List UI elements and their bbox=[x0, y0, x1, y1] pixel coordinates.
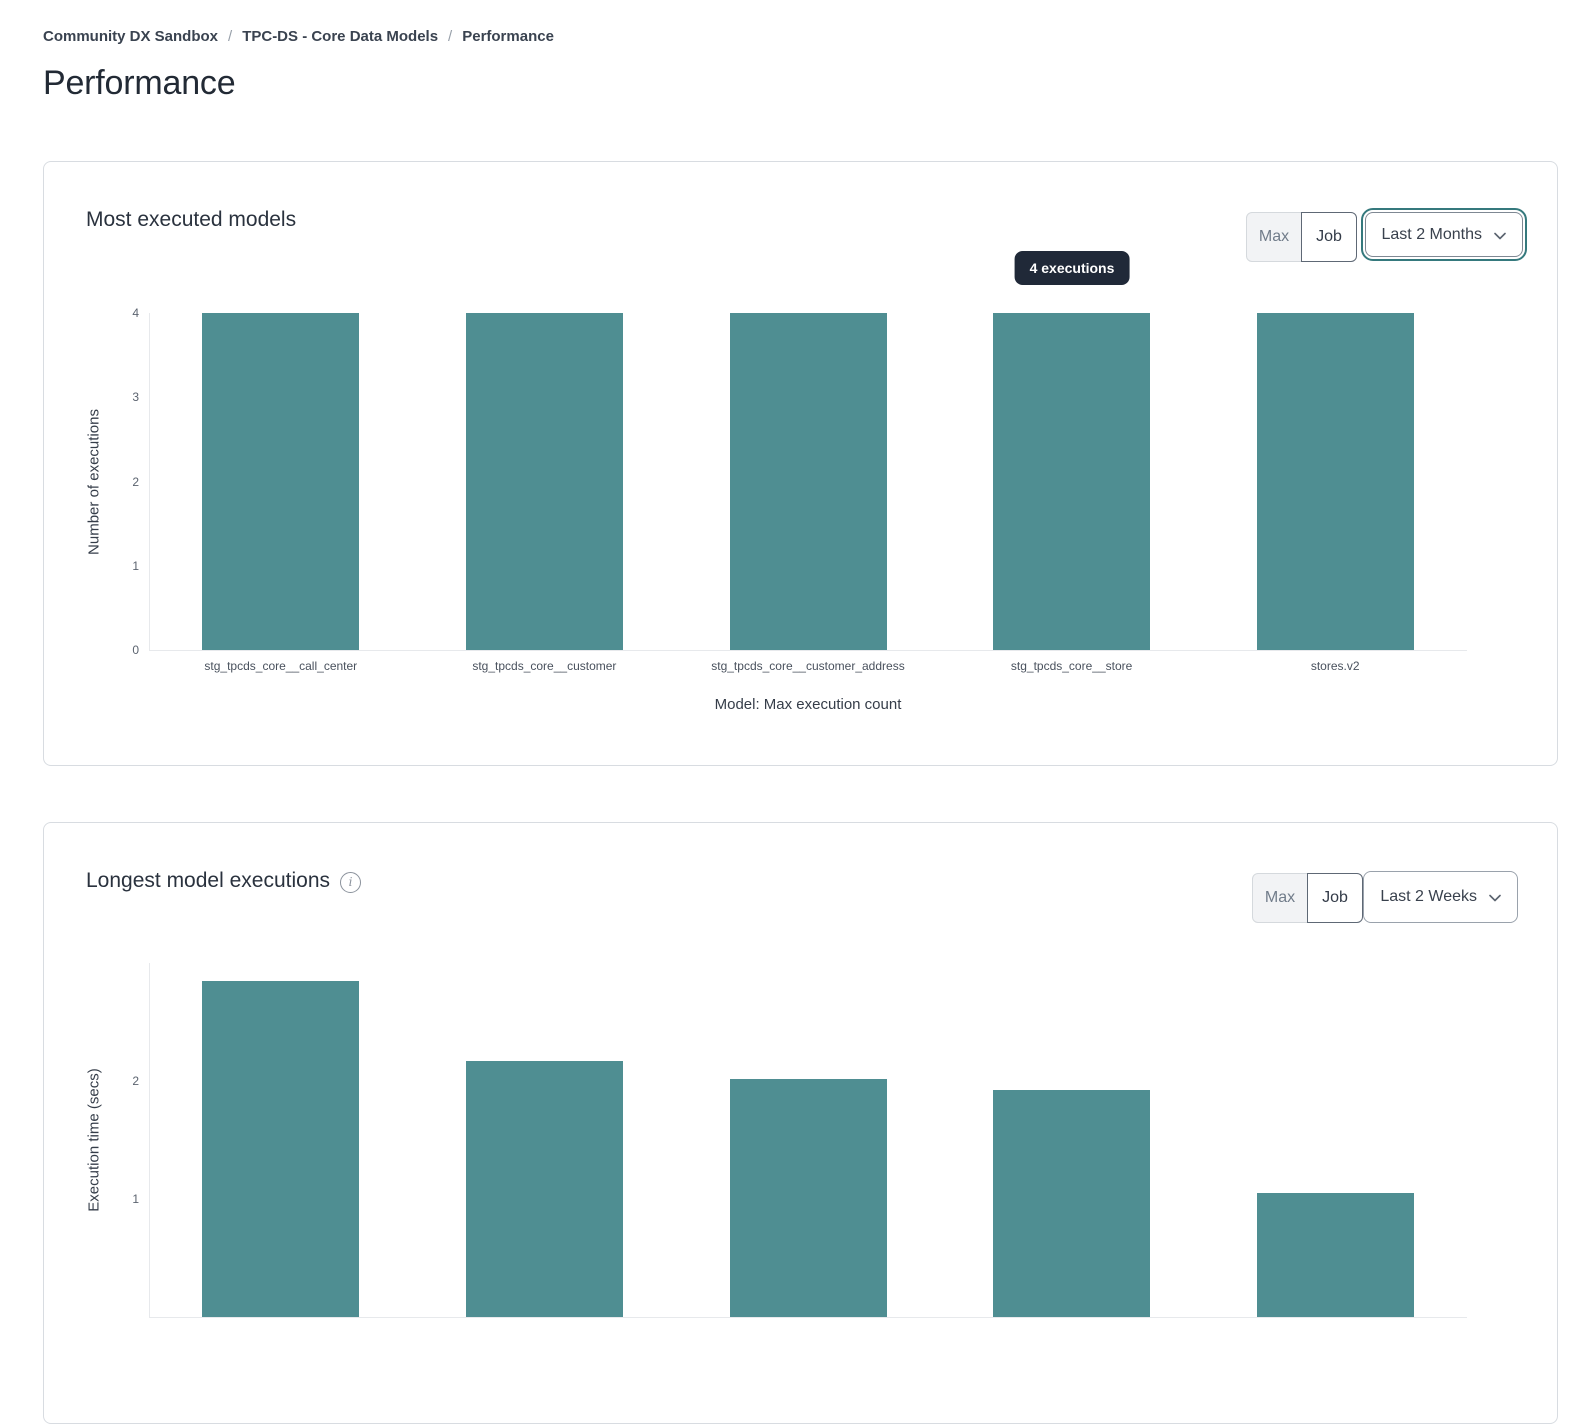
y-axis-tick: 3 bbox=[89, 390, 139, 404]
y-axis-tick: 0 bbox=[89, 643, 139, 657]
y-axis-title: Execution time (secs) bbox=[86, 1068, 103, 1211]
chart-bar[interactable] bbox=[1257, 1193, 1414, 1317]
breadcrumb-item-current: Performance bbox=[462, 28, 554, 45]
toggle-job-button[interactable]: Job bbox=[1307, 873, 1363, 923]
breadcrumb-item-project[interactable]: Community DX Sandbox bbox=[43, 28, 218, 45]
chart-tooltip: 4 executions bbox=[1015, 251, 1130, 285]
breadcrumb-separator: / bbox=[448, 28, 452, 45]
chart-bar[interactable] bbox=[993, 1090, 1150, 1317]
chart-bar[interactable] bbox=[1257, 313, 1414, 650]
x-axis-label: stg_tpcds_core__store bbox=[940, 659, 1204, 673]
x-axis-label: stg_tpcds_core__call_center bbox=[149, 659, 413, 673]
chart-bar[interactable] bbox=[202, 981, 359, 1317]
chart-bar[interactable] bbox=[202, 313, 359, 650]
x-axis-line bbox=[149, 1317, 1467, 1318]
x-axis-label: stg_tpcds_core__customer_address bbox=[676, 659, 940, 673]
longest-model-executions-card: Longest model executions i Max Job Last … bbox=[43, 822, 1558, 1424]
chart-bar[interactable] bbox=[466, 1061, 623, 1317]
y-axis-tick: 4 bbox=[89, 306, 139, 320]
x-axis-label: stg_tpcds_core__customer bbox=[413, 659, 677, 673]
x-axis-title: Model: Max execution count bbox=[149, 696, 1467, 713]
chart-bar[interactable] bbox=[993, 313, 1150, 650]
y-axis-line bbox=[149, 313, 150, 650]
y-axis-tick: 1 bbox=[89, 559, 139, 573]
y-axis-title: Number of executions bbox=[86, 409, 103, 555]
breadcrumb: Community DX Sandbox / TPC-DS - Core Dat… bbox=[43, 28, 554, 45]
toggle-job-button[interactable]: Job bbox=[1301, 212, 1357, 262]
x-axis-label: stores.v2 bbox=[1203, 659, 1467, 673]
most-executed-models-card: Most executed models Max Job Last 2 Mont… bbox=[43, 161, 1558, 766]
chart-bar[interactable] bbox=[466, 313, 623, 650]
x-axis-line bbox=[149, 650, 1467, 651]
y-axis-line bbox=[149, 963, 150, 1317]
page-title: Performance bbox=[43, 64, 235, 103]
chart-bar[interactable] bbox=[730, 313, 887, 650]
breadcrumb-separator: / bbox=[228, 28, 232, 45]
chart-bar[interactable] bbox=[730, 1079, 887, 1317]
breadcrumb-item-environment[interactable]: TPC-DS - Core Data Models bbox=[242, 28, 438, 45]
